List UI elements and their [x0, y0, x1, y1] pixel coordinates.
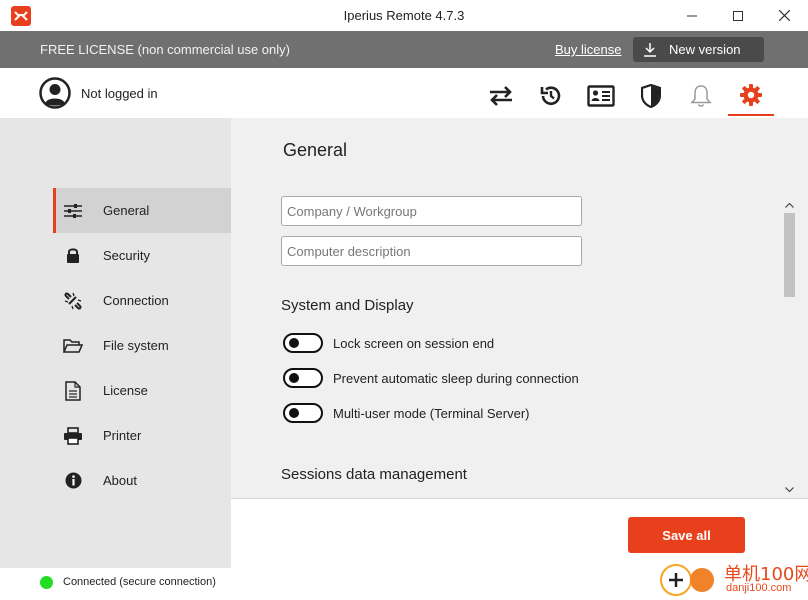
- connection-status-indicator: [40, 576, 53, 589]
- lock-icon: [63, 246, 83, 266]
- top-nav: Not logged in: [0, 68, 808, 118]
- footer-actions: Save all: [231, 498, 808, 568]
- toggle-row-multi-user: Multi-user mode (Terminal Server): [283, 403, 530, 423]
- document-icon: [63, 380, 83, 401]
- download-icon: [643, 42, 657, 57]
- toggle-knob: [289, 408, 299, 418]
- buy-license-link[interactable]: Buy license: [555, 42, 621, 57]
- license-bar: FREE LICENSE (non commercial use only) B…: [0, 31, 808, 68]
- connection-status-text: Connected (secure connection): [63, 576, 216, 588]
- scroll-down-arrow-icon[interactable]: [781, 482, 798, 496]
- sessions-data-heading: Sessions data management: [281, 466, 467, 483]
- folder-icon: [63, 336, 83, 356]
- new-version-button[interactable]: New version: [633, 37, 764, 62]
- sidebar-item-general[interactable]: General: [53, 188, 231, 233]
- sidebar-item-printer[interactable]: Printer: [53, 413, 231, 458]
- scroll-up-arrow-icon[interactable]: [781, 198, 798, 212]
- bell-icon[interactable]: [678, 76, 724, 116]
- sidebar-item-license[interactable]: License: [53, 368, 231, 413]
- sidebar-item-label: General: [103, 203, 150, 218]
- sidebar-item-about[interactable]: About: [53, 458, 231, 503]
- toggle-label: Prevent automatic sleep during connectio…: [333, 370, 579, 386]
- watermark-plus-icon: [660, 564, 692, 596]
- lock-screen-toggle[interactable]: [283, 333, 323, 353]
- sliders-icon: [63, 201, 83, 221]
- settings-panel: General System and Display Lock screen o…: [231, 118, 808, 498]
- link-icon: [63, 291, 83, 311]
- watermark-logo: 单机100网 danji100.com: [660, 560, 808, 600]
- new-version-label: New version: [669, 42, 741, 57]
- login-status: Not logged in: [81, 86, 158, 101]
- watermark-domain: danji100.com: [726, 582, 792, 594]
- sidebar-item-label: Printer: [103, 428, 142, 443]
- computer-description-input[interactable]: [281, 236, 582, 266]
- sidebar-item-security[interactable]: Security: [53, 233, 231, 278]
- scroll-thumb[interactable]: [784, 213, 795, 297]
- printer-icon: [63, 426, 83, 446]
- sidebar-item-connection[interactable]: Connection: [53, 278, 231, 323]
- info-icon: [63, 471, 83, 491]
- toggle-label: Multi-user mode (Terminal Server): [333, 405, 530, 421]
- avatar-icon[interactable]: [39, 77, 71, 109]
- sidebar-item-file-system[interactable]: File system: [53, 323, 231, 368]
- page-title: General: [283, 140, 348, 160]
- multi-user-toggle[interactable]: [283, 403, 323, 423]
- prevent-sleep-toggle[interactable]: [283, 368, 323, 388]
- shield-icon[interactable]: [628, 76, 674, 116]
- watermark-dot-icon: [690, 568, 714, 592]
- toggle-row-lock-screen: Lock screen on session end: [283, 333, 494, 353]
- toggle-label: Lock screen on session end: [333, 335, 495, 351]
- sidebar-item-label: Connection: [103, 293, 169, 308]
- history-icon[interactable]: [528, 76, 574, 116]
- minimize-button[interactable]: [669, 0, 715, 31]
- system-display-heading: System and Display: [281, 297, 414, 314]
- toggle-knob: [289, 373, 299, 383]
- license-text: FREE LICENSE (non commercial use only): [40, 42, 290, 57]
- close-button[interactable]: [761, 0, 807, 31]
- company-workgroup-input[interactable]: [281, 196, 582, 226]
- contacts-icon[interactable]: [578, 76, 624, 116]
- sidebar: General Security Connection File system …: [0, 118, 231, 568]
- sidebar-item-label: Security: [103, 248, 150, 263]
- transfer-icon[interactable]: [478, 76, 524, 116]
- vertical-scrollbar[interactable]: [781, 198, 798, 498]
- sidebar-item-label: About: [103, 473, 137, 488]
- sidebar-item-label: File system: [103, 338, 169, 353]
- sidebar-item-label: License: [103, 383, 148, 398]
- settings-gear-icon[interactable]: [728, 76, 774, 116]
- toggle-row-prevent-sleep: Prevent automatic sleep during connectio…: [283, 368, 579, 388]
- maximize-button[interactable]: [715, 0, 761, 31]
- title-bar: Iperius Remote 4.7.3: [0, 0, 808, 31]
- save-all-button[interactable]: Save all: [628, 517, 745, 553]
- toggle-knob: [289, 338, 299, 348]
